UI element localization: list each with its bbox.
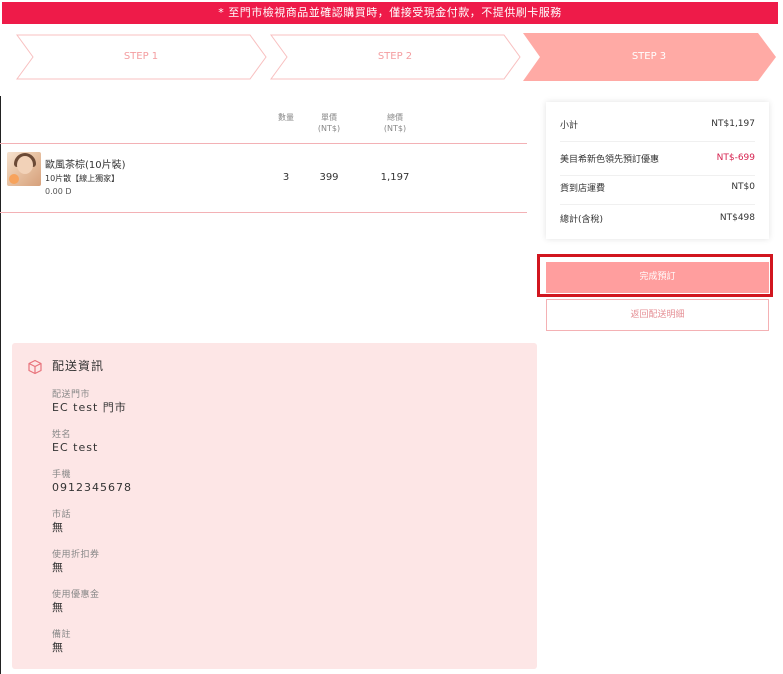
field-name-value: EC test xyxy=(52,441,99,454)
header-unit-price: 單價 (NT$) xyxy=(309,112,349,134)
field-phone-value: 無 xyxy=(52,521,64,534)
header-qty: 數量 xyxy=(278,113,294,122)
shipping-label: 貨到店運費 xyxy=(560,183,606,194)
field-mobile-label: 手機 xyxy=(52,470,72,480)
field-store-label: 配送門市 xyxy=(52,390,91,400)
discount-value: NT$-699 xyxy=(716,153,755,163)
field-credit-label: 使用優惠金 xyxy=(52,590,100,600)
order-summary: 小計 NT$1,197 美目希新色領先預訂優惠 NT$-699 貨到店運費 NT… xyxy=(546,102,769,239)
notice-banner: * 至門市檢視商品並確認購買時，僅接受現金付款，不提供刷卡服務 xyxy=(2,2,778,24)
shipping-info-panel: 配送資訊 配送門市 EC test 門市 姓名 EC test 手機 09123… xyxy=(12,343,537,669)
step-2-label: STEP 2 xyxy=(377,51,413,62)
field-name: 姓名 EC test xyxy=(52,429,98,455)
subtotal-label: 小計 xyxy=(560,120,579,131)
field-phone: 市話 無 xyxy=(52,509,71,535)
header-total-label: 總價 xyxy=(387,113,403,122)
shipping-info-title: 配送資訊 xyxy=(52,359,105,373)
subtotal-value: NT$1,197 xyxy=(711,119,755,129)
product-total-price: 1,197 xyxy=(380,172,410,183)
header-total-currency: (NT$) xyxy=(383,124,407,133)
field-phone-label: 市話 xyxy=(52,510,72,520)
field-name-label: 姓名 xyxy=(52,430,72,440)
field-coupon: 使用折扣券 無 xyxy=(52,549,100,575)
summary-shipping: 貨到店運費 NT$0 xyxy=(560,170,755,205)
discount-label: 美目希新色領先預訂優惠 xyxy=(560,154,660,165)
complete-order-button[interactable]: 完成預訂 xyxy=(546,262,769,293)
total-label: 總計(含稅) xyxy=(560,214,604,225)
field-note-label: 備註 xyxy=(52,630,72,640)
field-coupon-value: 無 xyxy=(52,561,64,574)
field-mobile-value: 0912345678 xyxy=(52,481,132,494)
product-qty: 3 xyxy=(282,172,290,183)
step-3-label: STEP 3 xyxy=(631,51,667,62)
table-divider-bottom xyxy=(0,212,527,213)
field-store: 配送門市 EC test 門市 xyxy=(52,389,127,415)
header-unit-label: 單價 xyxy=(321,113,337,122)
field-coupon-label: 使用折扣券 xyxy=(52,550,100,560)
summary-total: 總計(含稅) NT$498 xyxy=(560,201,755,235)
product-unit-price: 399 xyxy=(319,172,339,183)
table-divider-top xyxy=(0,143,527,144)
product-degree: 0.00 D xyxy=(45,187,72,196)
back-to-shipping-button[interactable]: 返回配送明細 xyxy=(546,299,769,331)
field-note: 備註 無 xyxy=(52,629,71,655)
checkout-steps: STEP 1 STEP 2 STEP 3 xyxy=(0,33,783,81)
product-spec: 10片散【線上獨家】 xyxy=(45,174,120,183)
field-credit-value: 無 xyxy=(52,601,64,614)
field-note-value: 無 xyxy=(52,641,64,654)
header-total-price: 總價 (NT$) xyxy=(375,112,415,134)
summary-subtotal: 小計 NT$1,197 xyxy=(560,107,755,142)
total-value: NT$498 xyxy=(719,213,755,223)
product-thumbnail xyxy=(7,152,41,186)
left-divider xyxy=(0,96,1,674)
product-name: 歐風茶棕(10片裝) xyxy=(45,160,126,171)
field-store-value: EC test 門市 xyxy=(52,401,127,414)
box-icon xyxy=(28,359,42,375)
step-1-label: STEP 1 xyxy=(123,51,159,62)
header-unit-currency: (NT$) xyxy=(317,124,341,133)
shipping-value: NT$0 xyxy=(731,182,755,192)
field-mobile: 手機 0912345678 xyxy=(52,469,132,495)
field-credit: 使用優惠金 無 xyxy=(52,589,100,615)
